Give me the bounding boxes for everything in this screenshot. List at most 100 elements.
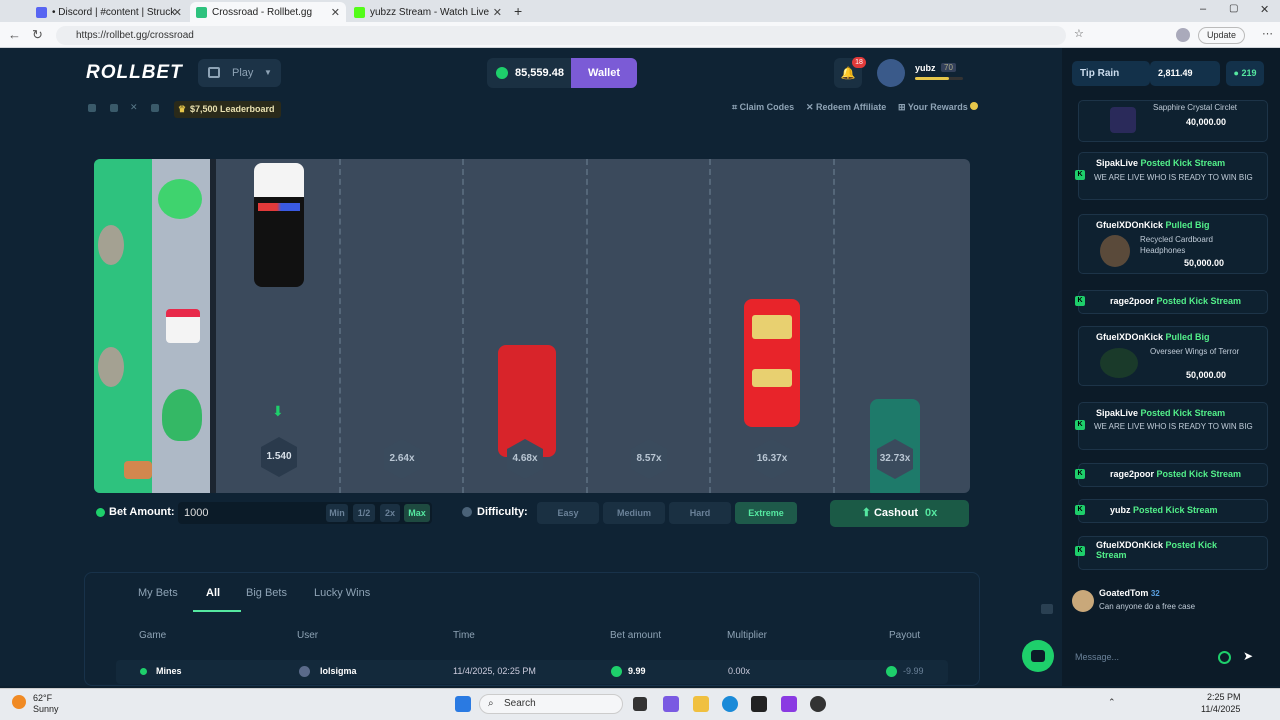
chevron-down-icon: ▼ xyxy=(264,68,272,77)
app-icon[interactable] xyxy=(810,696,826,712)
close-window-icon[interactable]: ✕ xyxy=(1260,3,1269,16)
chat-toggle-icon[interactable] xyxy=(1041,604,1053,614)
chat-bubble-icon xyxy=(1031,650,1045,662)
avatar[interactable] xyxy=(1072,590,1094,612)
discord-social-icon[interactable] xyxy=(88,104,96,112)
multiplier-tile[interactable]: 1.540 xyxy=(261,437,297,477)
copilot-icon[interactable] xyxy=(663,696,679,712)
claim-codes-link[interactable]: ⌗ Claim Codes xyxy=(732,102,794,113)
epic-games-icon[interactable] xyxy=(751,696,767,712)
taskbar-search[interactable]: ⌕ Search xyxy=(479,694,623,714)
col-bet-amount: Bet amount xyxy=(610,630,662,641)
new-tab-button[interactable]: + xyxy=(514,3,522,19)
tab-all[interactable]: All xyxy=(206,587,220,599)
tip-rain-button[interactable]: Tip Rain xyxy=(1072,61,1150,86)
edge-icon[interactable] xyxy=(722,696,738,712)
row-user[interactable]: lolsigma xyxy=(320,666,357,676)
difficulty-extreme[interactable]: Extreme xyxy=(735,502,797,524)
multiplier-tile[interactable]: 8.57x xyxy=(631,439,667,479)
max-button[interactable]: Max xyxy=(404,504,430,522)
redeem-affiliate-link[interactable]: ✕ Redeem Affiliate xyxy=(806,102,886,113)
kick-icon: K xyxy=(1075,296,1085,306)
reload-icon[interactable]: ↻ xyxy=(32,27,43,43)
url-field[interactable]: https://rollbet.gg/crossroad xyxy=(56,26,1066,45)
lane-divider xyxy=(462,159,464,493)
level-badge: 70 xyxy=(941,63,956,72)
difficulty-easy[interactable]: Easy xyxy=(537,502,599,524)
item-image xyxy=(1100,235,1130,267)
kick-icon: K xyxy=(1075,420,1085,430)
username[interactable]: yubz xyxy=(915,63,936,73)
mines-icon xyxy=(140,668,147,675)
tab-my-bets[interactable]: My Bets xyxy=(138,587,178,599)
lane-divider xyxy=(709,159,711,493)
crossroad-board[interactable]: ⬇ 1.540 2.64x 4.68x 8.57x 16.37x 32.73x xyxy=(94,159,970,493)
maximize-icon[interactable]: ▢ xyxy=(1229,3,1238,14)
flowers-decoration xyxy=(98,347,124,387)
arrow-down-icon: ⬇ xyxy=(272,403,284,419)
tab-discord[interactable]: • Discord | #content | Struck ✕ xyxy=(30,2,188,22)
x-social-icon[interactable]: ✕ xyxy=(130,102,138,113)
chevron-up-icon[interactable]: ⌃ xyxy=(1108,697,1116,708)
send-icon[interactable]: ➤ xyxy=(1243,649,1253,663)
profile-icon[interactable] xyxy=(1176,28,1190,42)
tab-lucky-wins[interactable]: Lucky Wins xyxy=(314,587,370,599)
lane-divider xyxy=(339,159,341,493)
chat-username[interactable]: GoatedTom 32 xyxy=(1099,588,1160,598)
half-button[interactable]: 1/2 xyxy=(353,504,375,522)
rollbet-icon xyxy=(196,6,207,18)
wallet-button[interactable]: Wallet xyxy=(571,58,637,88)
chicken-player xyxy=(166,309,200,343)
rollbet-logo[interactable]: ROLLBET xyxy=(86,62,183,84)
row-multiplier: 0.00x xyxy=(728,666,751,676)
star-icon[interactable]: ☆ xyxy=(1074,27,1084,40)
kick-icon: K xyxy=(1075,469,1085,479)
app-icon[interactable] xyxy=(781,696,797,712)
taskbar: 62°F Sunny ⌃ 2:25 PM 11/4/2025 xyxy=(0,688,1280,720)
coin-icon xyxy=(886,666,897,677)
xp-bar xyxy=(915,77,963,80)
file-explorer-icon[interactable] xyxy=(693,696,709,712)
coin-icon xyxy=(96,508,105,517)
cashout-button[interactable]: ⬆ Cashout 0x xyxy=(830,500,969,527)
trophy-icon: ♛ xyxy=(178,104,187,114)
col-payout: Payout xyxy=(889,630,921,641)
chat-message-input[interactable]: Message... xyxy=(1075,645,1261,669)
balance-display[interactable]: 85,559.48 xyxy=(487,58,571,88)
leaderboard-button[interactable]: ♛ $7,500 Leaderboard xyxy=(174,101,281,118)
play-menu-button[interactable]: Play ▼ xyxy=(198,59,281,87)
multiplier-tile[interactable]: 16.37x xyxy=(754,439,790,479)
min-button[interactable]: Min xyxy=(326,504,348,522)
discord-icon xyxy=(36,6,47,18)
your-rewards-link[interactable]: ⊞ Your Rewards xyxy=(898,102,978,113)
support-chat-button[interactable] xyxy=(1022,640,1054,672)
tab-underline xyxy=(193,610,241,612)
close-tab-icon[interactable]: ✕ xyxy=(493,6,502,19)
tab-kick[interactable]: yubzz Stream - Watch Live ✕ xyxy=(348,2,508,22)
instagram-social-icon[interactable] xyxy=(151,104,159,112)
item-image xyxy=(1110,107,1136,133)
kick-social-icon[interactable] xyxy=(110,104,118,112)
close-tab-icon[interactable]: ✕ xyxy=(331,6,340,19)
tab-crossroad[interactable]: Crossroad - Rollbet.gg ✕ xyxy=(190,2,346,22)
menu-icon[interactable]: ⋯ xyxy=(1262,27,1273,40)
user-avatar xyxy=(299,666,310,677)
double-button[interactable]: 2x xyxy=(380,504,400,522)
bet-amount-label: Bet Amount: xyxy=(109,506,175,518)
difficulty-hard[interactable]: Hard xyxy=(669,502,731,524)
chat-message: Can anyone do a free case xyxy=(1099,602,1196,611)
browser-tab-bar: • Discord | #content | Struck ✕ Crossroa… xyxy=(0,0,1280,22)
address-bar: ← ↻ https://rollbet.gg/crossroad ☆ Updat… xyxy=(0,22,1280,48)
minimize-icon[interactable]: – xyxy=(1200,3,1206,15)
avatar[interactable] xyxy=(877,59,905,87)
difficulty-medium[interactable]: Medium xyxy=(603,502,665,524)
back-icon[interactable]: ← xyxy=(8,27,21,42)
multiplier-tile[interactable]: 2.64x xyxy=(384,439,420,479)
update-button[interactable]: Update xyxy=(1198,27,1246,44)
rewards-dot xyxy=(970,102,978,110)
windows-start-icon[interactable] xyxy=(455,696,471,712)
tab-big-bets[interactable]: Big Bets xyxy=(246,587,287,599)
task-view-icon[interactable] xyxy=(633,697,647,711)
globe-icon[interactable] xyxy=(1218,651,1231,664)
close-tab-icon[interactable]: ✕ xyxy=(173,6,182,19)
